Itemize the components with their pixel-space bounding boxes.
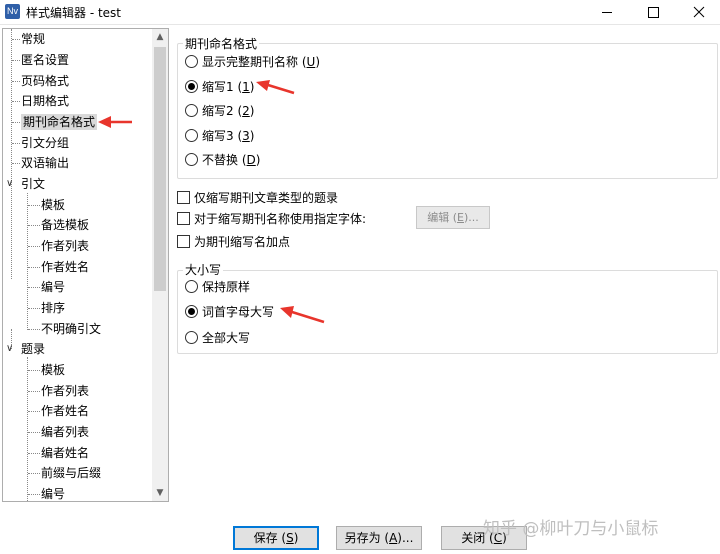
tree-guide-line	[27, 193, 28, 330]
tree-connector	[12, 39, 20, 40]
tree-item-anonymous[interactable]: 匿名设置	[21, 51, 69, 69]
window-title: 样式编辑器 - test	[26, 6, 122, 20]
radio-full-name[interactable]: 显示完整期刊名称 (U)	[185, 53, 320, 71]
tree-item-bib-template[interactable]: 模板	[41, 361, 65, 379]
tree-item-bilingual[interactable]: 双语输出	[21, 154, 69, 172]
checkbox-icon	[177, 191, 190, 204]
tree-connector	[28, 308, 40, 309]
tree-connector	[28, 205, 40, 206]
checkbox-only-journal-articles[interactable]: 仅缩写期刊文章类型的题录	[177, 189, 338, 207]
watermark: 知乎 @柳叶刀与小鼠标	[483, 519, 659, 539]
tree-connector	[28, 287, 40, 288]
tree-connector	[28, 411, 40, 412]
radio-abbrev-3[interactable]: 缩写3 (3)	[185, 127, 254, 145]
tree-item-date-format[interactable]: 日期格式	[21, 92, 69, 110]
close-window-button[interactable]	[676, 0, 720, 24]
radio-keep-original[interactable]: 保持原样	[185, 278, 250, 296]
tree-guide-line	[27, 357, 28, 501]
tree-item-alt-template[interactable]: 备选模板	[41, 216, 89, 234]
radio-abbrev-2[interactable]: 缩写2 (2)	[185, 102, 254, 120]
radio-icon	[185, 104, 198, 117]
capitalization-title: 大小写	[183, 261, 224, 278]
collapse-icon[interactable]: ∨	[6, 344, 16, 354]
tree-connector	[12, 143, 20, 144]
radio-icon	[185, 55, 198, 68]
tree-item-bib-author-list[interactable]: 作者列表	[41, 382, 89, 400]
radio-icon	[185, 153, 198, 166]
scroll-up-icon[interactable]: ▲	[152, 29, 168, 45]
tree-item-journal-names[interactable]: 期刊命名格式	[21, 113, 98, 131]
radio-all-caps[interactable]: 全部大写	[185, 329, 250, 347]
tree-connector	[12, 81, 20, 82]
title-bar: Nv 样式编辑器 - test	[0, 0, 720, 25]
settings-tree[interactable]: 常规 匿名设置 页码格式 日期格式 期刊命名格式 引文分组 双语输出 ∨ 引文 …	[2, 28, 169, 502]
checkbox-use-specific-font[interactable]: 对于缩写期刊名称使用指定字体:	[177, 210, 366, 228]
radio-icon	[185, 129, 198, 142]
close-icon	[693, 6, 705, 18]
tree-item-author-name[interactable]: 作者姓名	[41, 258, 89, 276]
tree-item-general[interactable]: 常规	[21, 30, 45, 48]
app-icon: Nv	[5, 4, 20, 19]
tree-item-editor-name[interactable]: 编者姓名	[41, 444, 89, 462]
tree-connector	[28, 473, 40, 474]
tree-item-sorting[interactable]: 排序	[41, 299, 65, 317]
radio-icon	[185, 331, 198, 344]
tree-connector	[28, 225, 40, 226]
edit-font-button[interactable]: 编辑 (E)...	[416, 206, 490, 229]
collapse-icon[interactable]: ∨	[6, 179, 16, 189]
tree-connector	[28, 246, 40, 247]
tree-item-bibliography[interactable]: 题录	[21, 340, 45, 358]
tree-item-bib-numbering[interactable]: 编号	[41, 485, 65, 501]
tree-connector	[12, 163, 20, 164]
radio-no-replace[interactable]: 不替换 (D)	[185, 151, 260, 169]
journal-format-title: 期刊命名格式	[183, 35, 260, 52]
tree-connector	[28, 494, 40, 495]
maximize-button[interactable]	[630, 0, 676, 24]
tree-item-citation-groups[interactable]: 引文分组	[21, 134, 69, 152]
save-as-button[interactable]: 另存为 (A)...	[336, 526, 422, 550]
tree-item-editor-list[interactable]: 编者列表	[41, 423, 89, 441]
tree-connector	[28, 267, 40, 268]
annotation-arrow-icon	[98, 116, 132, 128]
radio-selected-icon	[185, 80, 198, 93]
tree-item-page-format[interactable]: 页码格式	[21, 72, 69, 90]
radio-headline-case[interactable]: 词首字母大写	[185, 303, 274, 321]
tree-connector	[28, 453, 40, 454]
annotation-arrow-icon	[256, 80, 295, 95]
checkbox-add-periods[interactable]: 为期刊缩写名加点	[177, 233, 290, 251]
tree-guide-line	[11, 29, 12, 279]
tree-connector	[12, 122, 20, 123]
tree-item-numbering[interactable]: 编号	[41, 278, 65, 296]
save-button[interactable]: 保存 (S)	[233, 526, 319, 550]
radio-icon	[185, 280, 198, 293]
minimize-button[interactable]	[584, 0, 630, 24]
tree-item-author-list[interactable]: 作者列表	[41, 237, 89, 255]
radio-abbrev-1[interactable]: 缩写1 (1)	[185, 78, 254, 96]
tree-connector	[28, 329, 40, 330]
checkbox-icon	[177, 212, 190, 225]
tree-item-citation-template[interactable]: 模板	[41, 196, 65, 214]
tree-item-citations[interactable]: 引文	[21, 175, 45, 193]
tree-connector	[12, 101, 20, 102]
tree-connector	[28, 432, 40, 433]
tree-connector	[12, 60, 20, 61]
scroll-thumb[interactable]	[154, 47, 166, 291]
tree-item-ambiguous[interactable]: 不明确引文	[41, 320, 101, 338]
tree-scrollbar[interactable]: ▲ ▼	[152, 29, 168, 501]
scroll-down-icon[interactable]: ▼	[152, 485, 168, 501]
annotation-arrow-icon	[280, 306, 325, 324]
checkbox-icon	[177, 235, 190, 248]
radio-selected-icon	[185, 305, 198, 318]
tree-item-bib-author-name[interactable]: 作者姓名	[41, 402, 89, 420]
tree-item-prefix-suffix[interactable]: 前缀与后缀	[41, 464, 101, 482]
tree-connector	[28, 391, 40, 392]
tree-connector	[28, 370, 40, 371]
